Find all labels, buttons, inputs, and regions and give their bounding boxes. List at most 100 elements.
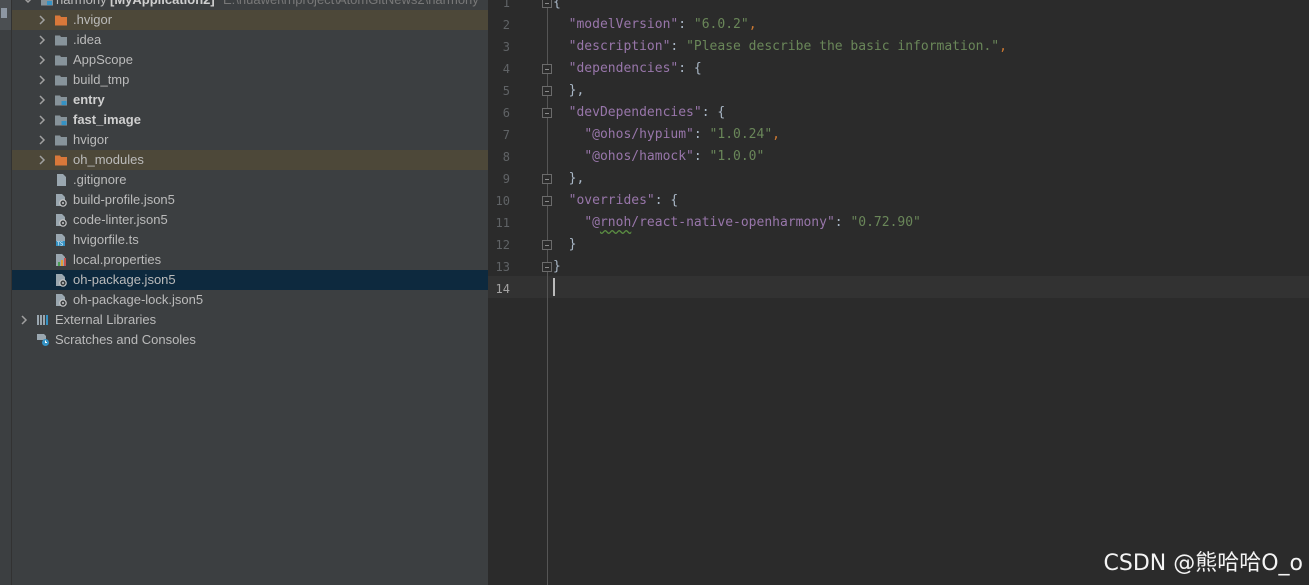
line-number: 14: [495, 282, 510, 296]
module-folder-icon: [40, 0, 54, 7]
code-token: :: [693, 149, 710, 164]
code-line[interactable]: {: [553, 0, 561, 14]
tree-item-label: .hvigor: [73, 12, 113, 27]
code-line[interactable]: },: [553, 80, 585, 102]
typescript-file-icon: TS: [54, 233, 68, 248]
code-line[interactable]: "devDependencies": {: [553, 102, 726, 124]
tree-item-label: fast_image: [73, 112, 141, 127]
code-line[interactable]: "dependencies": {: [553, 58, 702, 80]
tree-item[interactable]: TS hvigorfile.ts: [12, 230, 488, 250]
tree-item[interactable]: oh_modules: [12, 150, 488, 170]
code-token: : {: [701, 105, 726, 120]
tree-item[interactable]: Scratches and Consoles: [12, 330, 488, 350]
code-token: :: [693, 127, 710, 142]
code-line[interactable]: "overrides": {: [553, 190, 679, 212]
line-number: 4: [502, 62, 510, 76]
json-file-icon: [54, 193, 68, 207]
code-token: "0.72.90": [850, 215, 921, 230]
code-line[interactable]: "description": "Please describe the basi…: [553, 36, 1007, 58]
tree-item-label: code-linter.json5: [73, 212, 168, 227]
line-number: 7: [502, 128, 510, 142]
code-line[interactable]: "@rnoh/react-native-openharmony": "0.72.…: [553, 212, 921, 234]
tree-item-label: hvigor: [73, 132, 109, 147]
line-number: 9: [502, 172, 510, 186]
tree-item[interactable]: build_tmp: [12, 70, 488, 90]
chevron-right-icon[interactable]: [36, 74, 48, 86]
tree-item[interactable]: hvigor: [12, 130, 488, 150]
folder-icon: [54, 33, 68, 47]
line-number: 3: [502, 40, 510, 54]
chevron-right-icon[interactable]: [36, 134, 48, 146]
tree-item[interactable]: fast_image: [12, 110, 488, 130]
tree-item[interactable]: .idea: [12, 30, 488, 50]
chevron-down-icon[interactable]: [22, 0, 34, 6]
fold-marker-icon[interactable]: [542, 174, 552, 184]
json-file-icon: [54, 213, 68, 227]
code-token: ,: [772, 127, 780, 142]
module-folder-icon: [54, 113, 68, 127]
project-root-row[interactable]: harmony [MyApplication2] E:\huawei\rnpro…: [12, 0, 488, 10]
folder-icon: [54, 133, 68, 147]
fold-marker-icon[interactable]: [542, 86, 552, 96]
line-number: 8: [502, 150, 510, 164]
json-file-icon: [54, 293, 68, 307]
chevron-right-icon[interactable]: [36, 114, 48, 126]
tree-item-label: build-profile.json5: [73, 192, 175, 207]
tree-item[interactable]: .gitignore: [12, 170, 488, 190]
tree-item[interactable]: local.properties: [12, 250, 488, 270]
json-file-icon: [54, 273, 68, 287]
project-tool-window-strip[interactable]: [0, 0, 12, 585]
tree-item[interactable]: code-linter.json5: [12, 210, 488, 230]
chevron-right-icon[interactable]: [18, 314, 30, 326]
line-number: 6: [502, 106, 510, 120]
line-number: 12: [495, 238, 510, 252]
chevron-right-icon[interactable]: [36, 34, 48, 46]
folder-icon: [54, 53, 68, 67]
chevron-right-icon[interactable]: [36, 14, 48, 26]
tree-item[interactable]: build-profile.json5: [12, 190, 488, 210]
fold-marker-icon[interactable]: [542, 108, 552, 118]
tree-item[interactable]: oh-package.json5: [12, 270, 488, 290]
chevron-right-icon[interactable]: [36, 94, 48, 106]
properties-file-icon: [54, 253, 68, 267]
fold-marker-icon[interactable]: [542, 262, 552, 272]
current-line-highlight: [488, 276, 1309, 298]
fold-marker-icon[interactable]: [542, 64, 552, 74]
code-line[interactable]: "@ohos/hypium": "1.0.24",: [553, 124, 780, 146]
fold-marker-icon[interactable]: [542, 0, 552, 8]
line-number: 5: [502, 84, 510, 98]
tree-item-label: oh-package.json5: [73, 272, 176, 287]
code-line[interactable]: }: [553, 256, 561, 278]
tree-item[interactable]: oh-package-lock.json5: [12, 290, 488, 310]
chevron-right-icon[interactable]: [36, 154, 48, 166]
project-tree-panel: harmony [MyApplication2] E:\huawei\rnpro…: [12, 0, 488, 585]
text-file-icon: [54, 173, 68, 187]
code-line[interactable]: }: [553, 234, 577, 256]
code-token: "Please describe the basic information.": [686, 39, 1000, 54]
fold-marker-icon[interactable]: [542, 196, 552, 206]
tree-item-label: oh-package-lock.json5: [73, 292, 204, 307]
project-tool-tab[interactable]: [0, 0, 11, 30]
code-line[interactable]: "modelVersion": "6.0.2",: [553, 14, 757, 36]
tree-item-label: External Libraries: [55, 312, 157, 327]
excluded-folder-icon: [54, 153, 68, 167]
chevron-right-icon[interactable]: [36, 54, 48, 66]
project-root-module: [MyApplication2]: [110, 0, 215, 8]
scratches-icon: [36, 333, 50, 347]
folder-icon: [54, 73, 68, 87]
code-line[interactable]: "@ohos/hamock": "1.0.0": [553, 146, 764, 168]
tree-item[interactable]: External Libraries: [12, 310, 488, 330]
code-line[interactable]: },: [553, 168, 585, 190]
tree-item-label: oh_modules: [73, 152, 144, 167]
tree-item[interactable]: .hvigor: [12, 10, 488, 30]
code-token: "6.0.2": [693, 17, 749, 32]
fold-marker-icon[interactable]: [542, 240, 552, 250]
code-editor[interactable]: 1 2 3 4 5 6 7 8 9 10 11 12 13 14 { "modelVersion": "6…: [488, 0, 1309, 585]
tree-item[interactable]: AppScope: [12, 50, 488, 70]
tree-item[interactable]: entry: [12, 90, 488, 110]
line-number: 10: [495, 194, 510, 208]
